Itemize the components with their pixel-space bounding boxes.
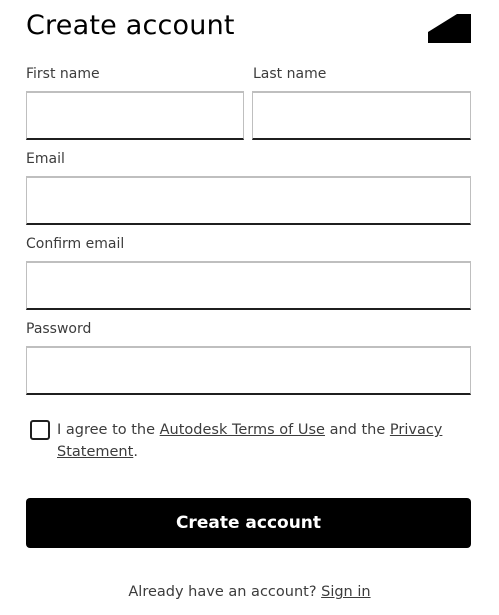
agreement-suffix: . [133,444,138,460]
confirm-email-label: Confirm email [26,236,125,252]
first-name-label: First name [26,66,100,82]
agreement-text: I agree to the Autodesk Terms of Use and… [57,419,457,463]
create-account-button[interactable]: Create account [26,498,471,548]
signin-row: Already have an account? Sign in [0,584,499,600]
agree-checkbox[interactable] [30,420,50,440]
agreement-middle: and the [324,422,390,438]
email-label: Email [26,151,65,167]
password-input[interactable] [26,346,471,395]
email-input[interactable] [26,176,471,225]
terms-of-use-link[interactable]: Autodesk Terms of Use [160,422,325,438]
page-title: Create account [26,10,235,41]
last-name-input[interactable] [252,91,471,140]
signin-prompt: Already have an account? [128,584,322,600]
agreement-prefix: I agree to the [57,422,160,438]
last-name-label: Last name [253,66,327,82]
first-name-input[interactable] [26,91,244,140]
terms-agreement: I agree to the Autodesk Terms of Use and… [30,419,470,463]
password-label: Password [26,321,92,337]
sign-in-link[interactable]: Sign in [321,584,370,600]
autodesk-logo-icon [428,14,471,43]
confirm-email-input[interactable] [26,261,471,310]
